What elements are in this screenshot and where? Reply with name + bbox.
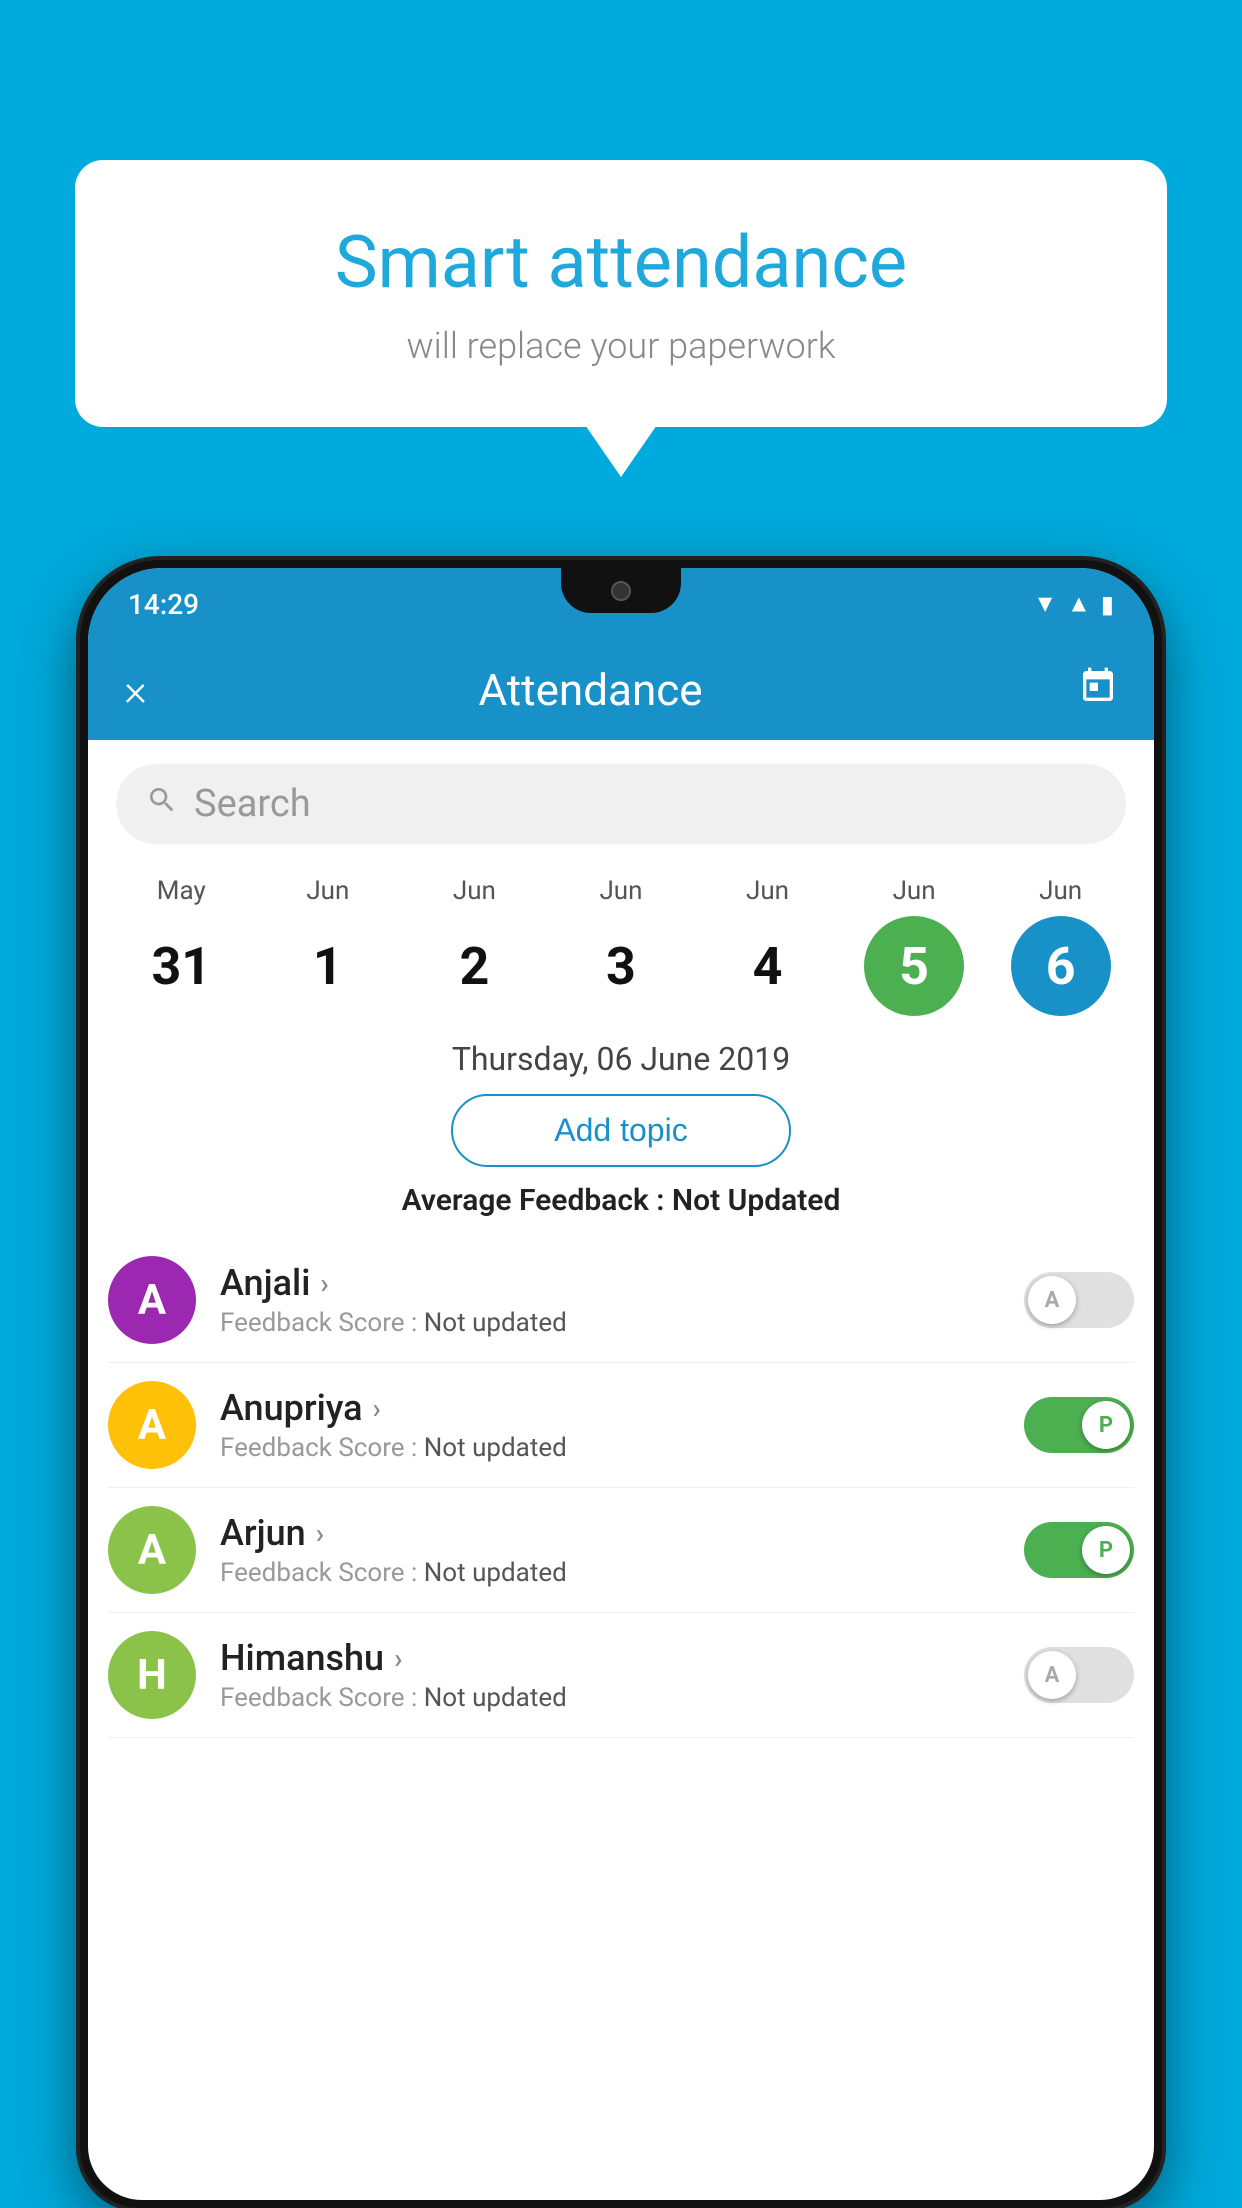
student-item: H Himanshu › Feedback Score : Not updatedA xyxy=(108,1613,1134,1738)
selected-date: Thursday, 06 June 2019 xyxy=(88,1040,1154,1078)
student-info: Anjali › Feedback Score : Not updated xyxy=(220,1262,1024,1338)
chevron-icon: › xyxy=(316,1517,324,1550)
notch xyxy=(561,568,681,613)
calendar-day-0[interactable]: May 31 xyxy=(121,876,241,1016)
toggle-track[interactable]: A xyxy=(1024,1272,1134,1328)
phone-inner: 14:29 ▼ ▲ ▮ × Attendance xyxy=(88,568,1154,2200)
student-name[interactable]: Himanshu › xyxy=(220,1637,1024,1679)
cal-num-label: 5 xyxy=(864,916,964,1016)
cal-month-label: Jun xyxy=(306,876,349,906)
student-item: AAnjali ›Feedback Score : Not updatedA xyxy=(108,1238,1134,1363)
status-time: 14:29 xyxy=(128,588,199,621)
calendar-day-1[interactable]: Jun 1 xyxy=(268,876,388,1016)
student-avatar: A xyxy=(108,1256,196,1344)
cal-num-label: 31 xyxy=(131,916,231,1016)
bubble-title: Smart attendance xyxy=(135,220,1107,305)
toggle-track[interactable]: A xyxy=(1024,1647,1134,1703)
calendar-day-3[interactable]: Jun 3 xyxy=(561,876,681,1016)
student-feedback: Feedback Score : Not updated xyxy=(220,1558,1024,1588)
toggle-thumb: A xyxy=(1028,1651,1076,1699)
calendar-day-6[interactable]: Jun 6 xyxy=(1001,876,1121,1016)
student-item: A Arjun › Feedback Score : Not updated P xyxy=(108,1488,1134,1613)
search-icon xyxy=(146,784,178,825)
student-info: Anupriya › Feedback Score : Not updated xyxy=(220,1387,1024,1463)
search-placeholder: Search xyxy=(194,782,311,826)
add-topic-button[interactable]: Add topic xyxy=(451,1094,791,1167)
phone-frame: 14:29 ▼ ▲ ▮ × Attendance xyxy=(80,560,1162,2208)
cal-num-label: 2 xyxy=(424,916,524,1016)
chevron-icon: › xyxy=(373,1392,381,1425)
student-name[interactable]: Arjun › xyxy=(220,1512,1024,1554)
calendar-day-2[interactable]: Jun 2 xyxy=(414,876,534,1016)
toggle-thumb: P xyxy=(1082,1526,1130,1574)
cal-month-label: Jun xyxy=(453,876,496,906)
student-info: Himanshu › Feedback Score : Not updated xyxy=(220,1637,1024,1713)
camera-dot xyxy=(611,581,631,601)
attendance-toggle[interactable]: A xyxy=(1024,1647,1134,1703)
speech-bubble: Smart attendance will replace your paper… xyxy=(75,160,1167,427)
attendance-toggle[interactable]: P xyxy=(1024,1397,1134,1453)
wifi-icon: ▼ xyxy=(1033,590,1057,619)
cal-num-label: 6 xyxy=(1011,916,1111,1016)
cal-num-label: 3 xyxy=(571,916,671,1016)
cal-month-label: Jun xyxy=(746,876,789,906)
feedback-average: Average Feedback : Not Updated xyxy=(88,1183,1154,1218)
calendar-icon[interactable] xyxy=(1078,666,1118,715)
toggle-track[interactable]: P xyxy=(1024,1522,1134,1578)
status-icons: ▼ ▲ ▮ xyxy=(1033,590,1114,619)
app-bar: × Attendance xyxy=(88,640,1154,740)
toggle-thumb: P xyxy=(1082,1401,1130,1449)
chevron-icon: › xyxy=(320,1267,328,1300)
student-feedback: Feedback Score : Not updated xyxy=(220,1433,1024,1463)
toggle-thumb: A xyxy=(1028,1276,1076,1324)
student-info: Arjun › Feedback Score : Not updated xyxy=(220,1512,1024,1588)
status-bar: 14:29 ▼ ▲ ▮ xyxy=(88,568,1154,640)
calendar-day-5[interactable]: Jun 5 xyxy=(854,876,974,1016)
student-name[interactable]: Anjali › xyxy=(220,1262,1024,1304)
student-feedback: Feedback Score : Not updated xyxy=(220,1683,1024,1713)
cal-num-label: 1 xyxy=(278,916,378,1016)
chevron-icon: › xyxy=(394,1642,402,1675)
cal-month-label: Jun xyxy=(893,876,936,906)
student-feedback: Feedback Score : Not updated xyxy=(220,1308,1024,1338)
toggle-track[interactable]: P xyxy=(1024,1397,1134,1453)
app-content: Search May 31 Jun 1 Jun 2 Jun 3 Jun 4 Jun 5 Jun 6 Thu… xyxy=(88,740,1154,1738)
signal-icon: ▲ xyxy=(1067,590,1091,619)
student-avatar: A xyxy=(108,1506,196,1594)
student-avatar: A xyxy=(108,1381,196,1469)
app-bar-title: Attendance xyxy=(103,664,1078,716)
student-avatar: H xyxy=(108,1631,196,1719)
student-item: A Anupriya › Feedback Score : Not updated P xyxy=(108,1363,1134,1488)
attendance-toggle[interactable]: A xyxy=(1024,1272,1134,1328)
calendar-strip: May 31 Jun 1 Jun 2 Jun 3 Jun 4 Jun 5 Jun 6 xyxy=(88,860,1154,1016)
bubble-subtitle: will replace your paperwork xyxy=(135,325,1107,367)
search-bar[interactable]: Search xyxy=(116,764,1126,844)
cal-month-label: Jun xyxy=(599,876,642,906)
attendance-toggle[interactable]: P xyxy=(1024,1522,1134,1578)
cal-month-label: May xyxy=(157,876,206,906)
cal-num-label: 4 xyxy=(718,916,818,1016)
student-name[interactable]: Anupriya › xyxy=(220,1387,1024,1429)
student-list: AAnjali ›Feedback Score : Not updatedAAA… xyxy=(88,1238,1154,1738)
battery-icon: ▮ xyxy=(1101,590,1114,618)
calendar-day-4[interactable]: Jun 4 xyxy=(708,876,828,1016)
cal-month-label: Jun xyxy=(1039,876,1082,906)
